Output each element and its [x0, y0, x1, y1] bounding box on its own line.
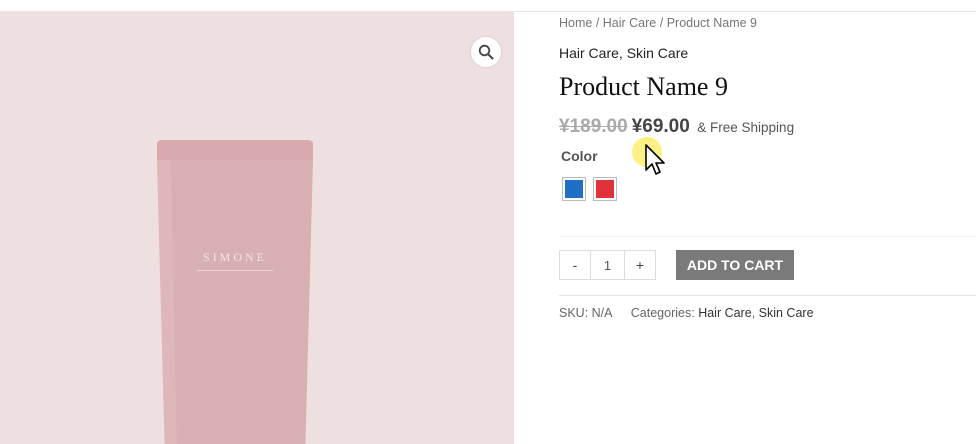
breadcrumb-separator: /: [592, 16, 603, 30]
breadcrumb-category[interactable]: Hair Care: [603, 16, 657, 30]
breadcrumb: Home / Hair Care / Product Name 9: [559, 16, 757, 30]
regular-price: ¥189.00: [559, 116, 628, 137]
meta-category-hair-care[interactable]: Hair Care: [698, 306, 752, 320]
breadcrumb-separator: /: [656, 16, 667, 30]
brand-underline: [197, 270, 273, 271]
add-to-cart-button[interactable]: ADD TO CART: [676, 250, 794, 280]
product-meta: SKU: N/A Categories: Hair Care, Skin Car…: [559, 306, 814, 320]
product-tube-graphic: [157, 140, 313, 444]
shipping-note: & Free Shipping: [697, 120, 795, 135]
sale-price: ¥69.00: [631, 116, 690, 137]
product-price: ¥189.00 ¥69.00 & Free Shipping: [559, 116, 794, 138]
categories-label: Categories:: [630, 306, 699, 320]
quantity-stepper: - +: [559, 250, 656, 280]
product-brand-text: SIMONE: [202, 250, 267, 264]
mouse-pointer-icon: [645, 144, 665, 175]
quantity-input[interactable]: [590, 251, 625, 279]
breadcrumb-home[interactable]: Home: [559, 16, 592, 30]
swatch-red-fill: [596, 180, 614, 198]
swatch-blue-fill: [565, 180, 583, 198]
category-link-skin-care[interactable]: Skin Care: [627, 45, 688, 61]
quantity-plus-button[interactable]: +: [625, 251, 655, 279]
color-label: Color: [561, 148, 598, 164]
quantity-minus-button[interactable]: -: [560, 251, 590, 279]
sku-value: N/A: [591, 306, 612, 320]
product-title: Product Name 9: [559, 72, 728, 101]
product-categories: Hair Care, Skin Care: [559, 45, 688, 61]
section-divider: [559, 236, 976, 237]
swatch-red[interactable]: [593, 177, 617, 201]
breadcrumb-current: Product Name 9: [666, 16, 758, 30]
product-gallery[interactable]: SIMONE: [0, 12, 514, 444]
product-summary: Home / Hair Care / Product Name 9 Hair C…: [559, 0, 976, 444]
swatch-blue[interactable]: [562, 177, 586, 201]
magnifier-icon: [478, 44, 494, 60]
product-image: SIMONE: [155, 140, 315, 444]
meta-category-skin-care[interactable]: Skin Care: [759, 306, 814, 320]
zoom-button[interactable]: [471, 37, 501, 67]
sku-label: SKU:: [559, 306, 592, 320]
meta-category-separator: ,: [751, 306, 759, 320]
meta-divider: [559, 295, 976, 296]
category-separator: ,: [618, 45, 627, 61]
category-link-hair-care[interactable]: Hair Care: [559, 45, 619, 61]
